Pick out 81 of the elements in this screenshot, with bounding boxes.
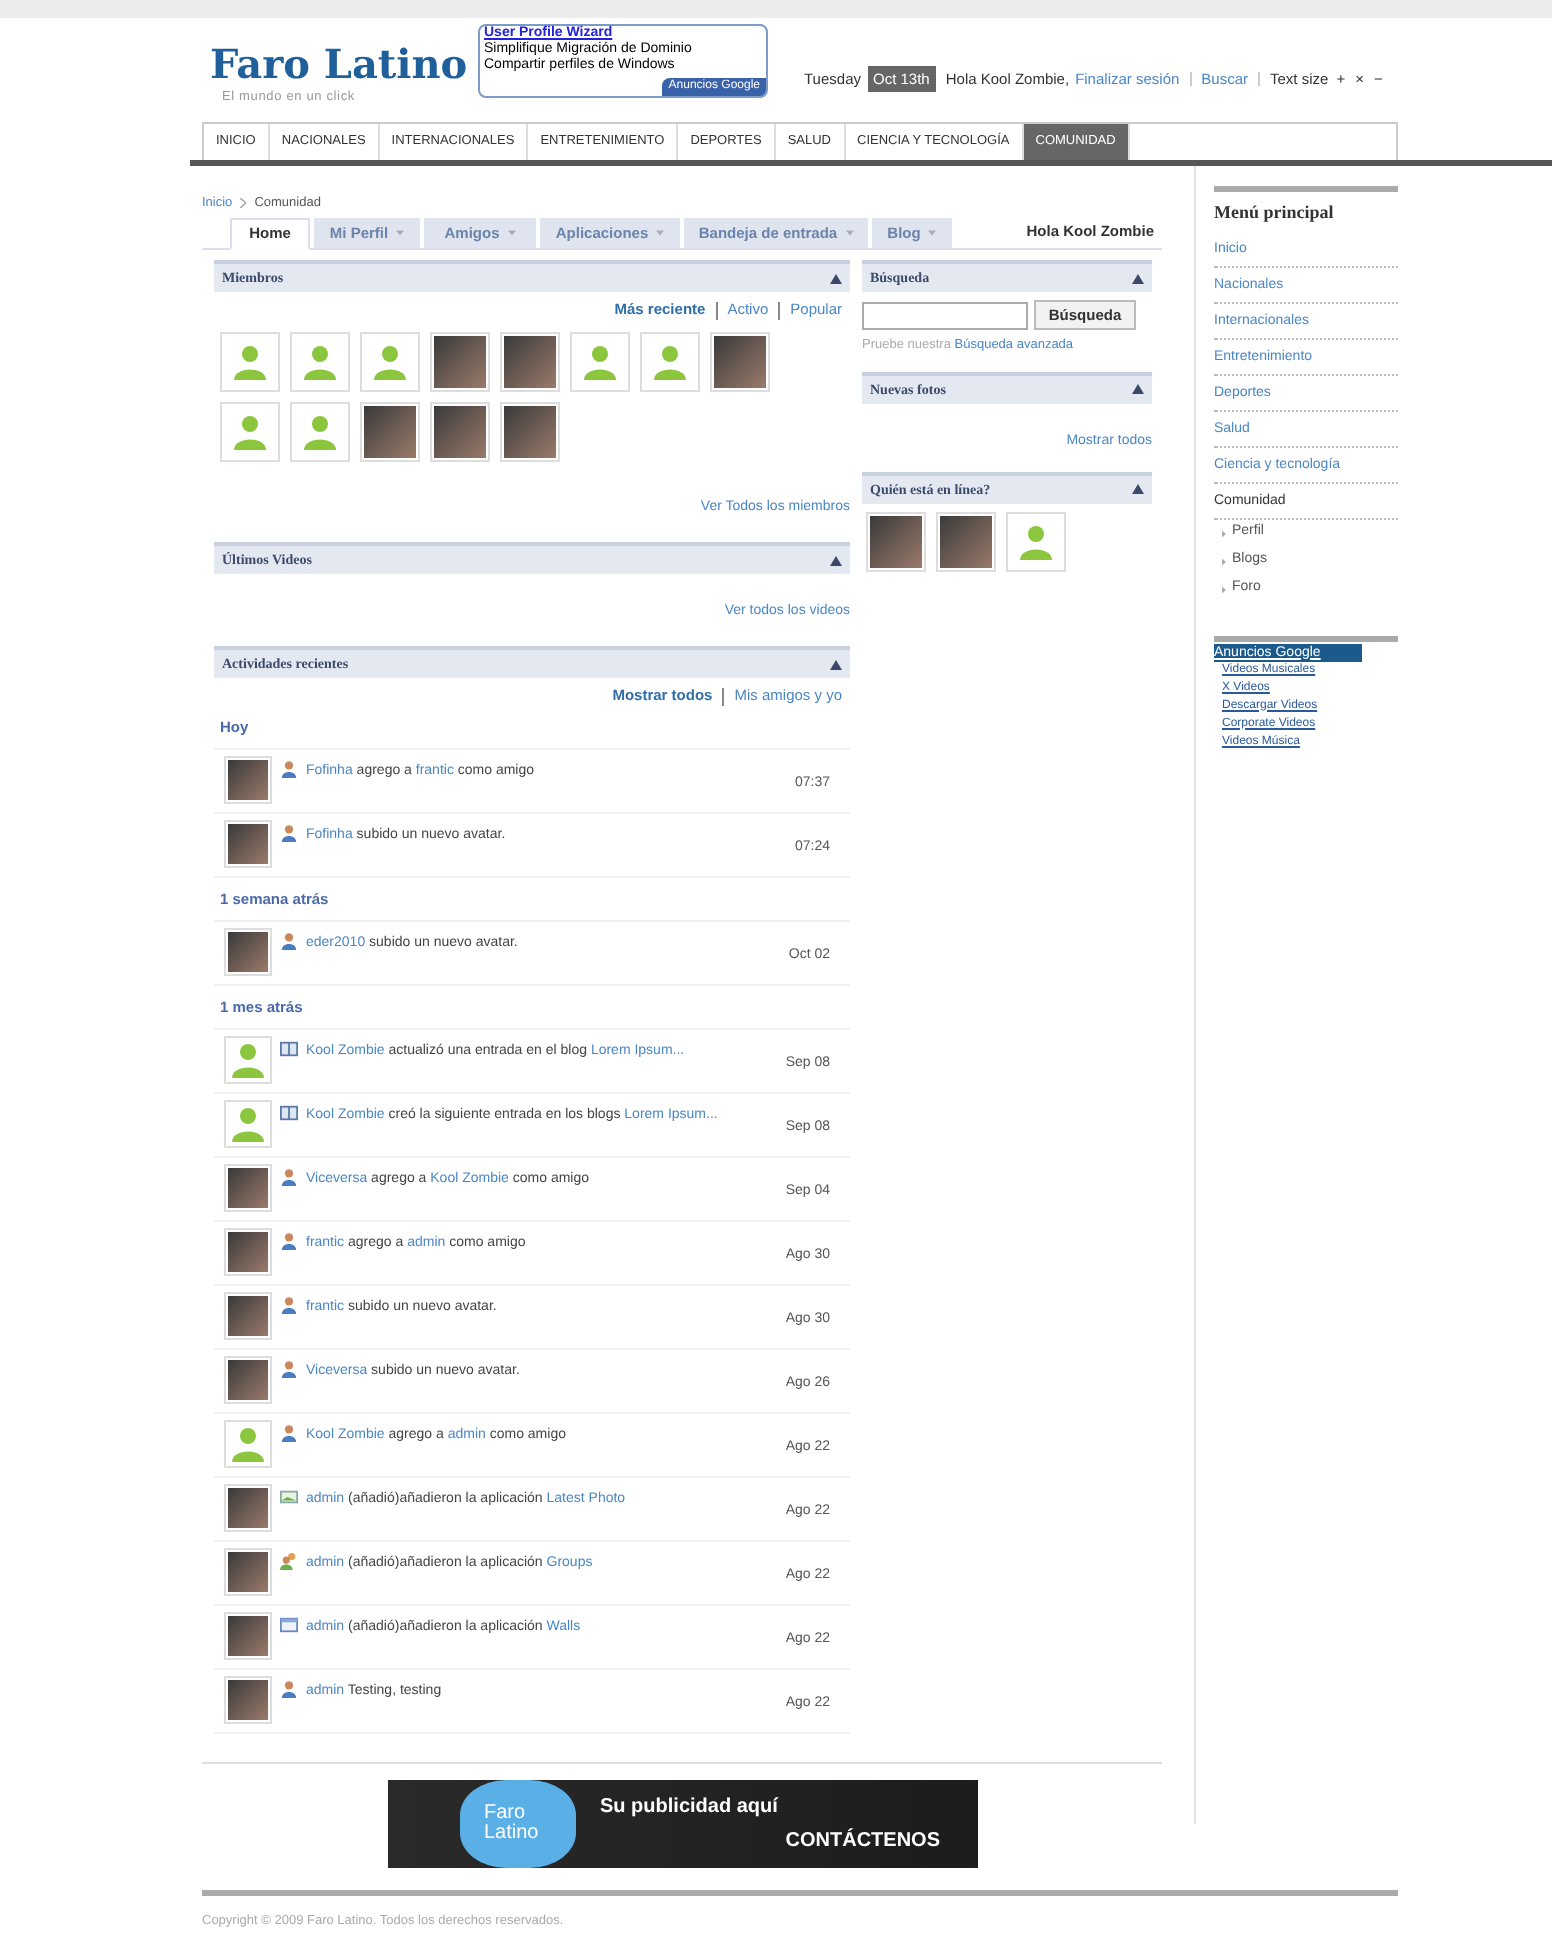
avatar[interactable] [224,1164,272,1212]
collapse-triangle-icon[interactable] [1132,484,1144,495]
user-silhouette-icon [300,342,340,382]
photo-placeholder [364,406,416,458]
avatar[interactable] [224,1676,272,1724]
person-icon [280,1680,298,1698]
photo-placeholder [434,336,486,388]
user-silhouette-icon [228,1424,268,1464]
banner-logo-text: Faro [484,1804,526,1824]
user-silhouette-icon [650,342,690,382]
user-silhouette-icon [370,342,410,382]
collapse-triangle-icon[interactable] [830,659,842,669]
avatar[interactable] [224,928,272,976]
avatar[interactable] [224,1484,272,1532]
collapse-triangle-icon[interactable] [830,555,842,565]
banner-logo-text: Latino [484,1824,541,1844]
person-icon [280,1360,298,1378]
picture-icon [280,1488,298,1506]
person-icon [280,932,298,950]
user-silhouette-icon [230,342,270,382]
person-icon [280,1168,298,1186]
bullet-arrow-icon [1222,529,1226,537]
avatar[interactable] [360,402,420,462]
avatar[interactable] [224,1612,272,1660]
avatar[interactable] [710,332,770,392]
user-silhouette-icon [230,412,270,452]
avatar[interactable] [430,332,490,392]
user-silhouette-icon [1016,521,1056,562]
avatar[interactable] [224,820,272,868]
user-silhouette-icon [300,412,340,452]
menu-title: Menú principal [1214,200,1336,226]
photo-placeholder [228,1232,268,1272]
person-icon [280,1296,298,1314]
avatar[interactable] [224,1548,272,1596]
photo-placeholder [228,1616,268,1656]
user-silhouette-icon [580,342,620,382]
avatar[interactable] [500,332,560,392]
photo-placeholder [504,406,556,458]
chevron-icon [240,198,247,208]
user-silhouette-icon [228,1040,268,1080]
photo-placeholder [228,824,268,864]
people-icon [280,1552,298,1570]
photo-placeholder [870,515,922,568]
avatar[interactable] [936,511,996,572]
photo-placeholder [714,336,766,388]
user-silhouette-icon [228,1104,268,1144]
ad-banner[interactable]: Faro Latino Su publicidad aquí CONTÁCTENOS [388,1780,978,1868]
person-icon [280,760,298,778]
search-input[interactable] [862,301,1028,329]
photo-placeholder [504,336,556,388]
person-icon [280,1232,298,1250]
book-icon [280,1104,298,1122]
bullet-arrow-icon [1222,557,1226,565]
photo-placeholder [228,1168,268,1208]
photo-placeholder [228,1360,268,1400]
avatar[interactable] [224,1228,272,1276]
photo-placeholder [228,760,268,800]
photo-placeholder [940,515,992,568]
avatar[interactable] [224,1356,272,1404]
avatar[interactable] [224,1292,272,1340]
banner-headline: Su publicidad aquí [600,1794,781,1822]
avatar[interactable] [430,402,490,462]
collapse-triangle-icon[interactable] [1132,384,1144,395]
book-icon [280,1040,298,1058]
banner-cta: CONTÁCTENOS [785,1826,940,1856]
photo-placeholder [228,1552,268,1592]
avatar[interactable] [500,402,560,462]
person-icon [280,1424,298,1442]
photo-placeholder [228,932,268,972]
collapse-triangle-icon[interactable] [1132,273,1144,283]
site-logo[interactable]: Faro Latino [210,44,478,84]
photo-placeholder [228,1296,268,1336]
avatar[interactable] [866,511,926,572]
window-icon [280,1616,298,1634]
collapse-triangle-icon[interactable] [830,273,842,283]
photo-placeholder [228,1488,268,1528]
avatar[interactable] [224,756,272,804]
person-icon [280,824,298,842]
photo-placeholder [228,1680,268,1720]
bullet-arrow-icon [1222,585,1226,593]
photo-placeholder [434,406,486,458]
